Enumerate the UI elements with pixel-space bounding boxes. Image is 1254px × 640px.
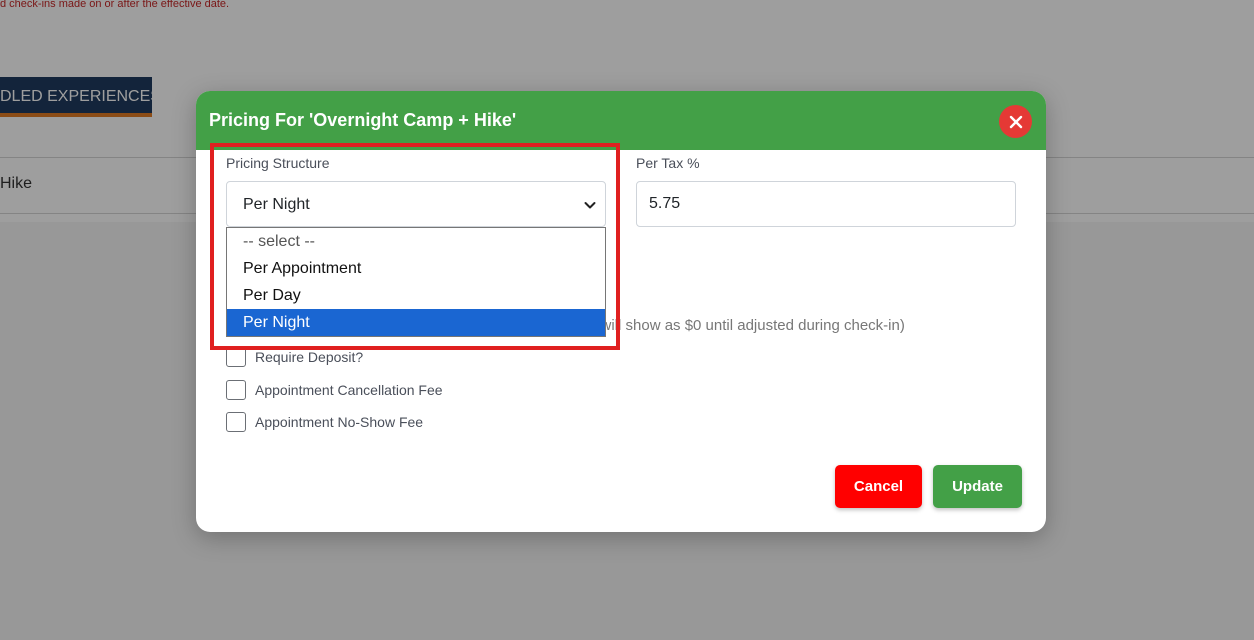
- deposit-hint-text: e will show as $0 until adjusted during …: [606, 317, 905, 334]
- hint-text-container: e will show as $0 until adjusted during …: [606, 315, 1026, 337]
- tax-input[interactable]: [636, 181, 1016, 227]
- chevron-down-icon: [584, 202, 596, 209]
- cancellation-fee-row[interactable]: Appointment Cancellation Fee: [226, 379, 443, 401]
- dropdown-option-per-appointment[interactable]: Per Appointment: [227, 255, 605, 282]
- tax-label: Per Tax %: [636, 155, 700, 171]
- close-icon: [1009, 115, 1022, 128]
- no-show-fee-row[interactable]: Appointment No-Show Fee: [226, 411, 423, 433]
- cancel-button[interactable]: Cancel: [835, 465, 922, 508]
- pricing-structure-value: Per Night: [243, 196, 310, 213]
- pricing-structure-dropdown[interactable]: -- select -- Per Appointment Per Day Per…: [226, 227, 606, 337]
- cancellation-fee-label: Appointment Cancellation Fee: [255, 382, 443, 398]
- require-deposit-label: Require Deposit?: [255, 349, 364, 365]
- require-deposit-row[interactable]: Require Deposit?: [226, 346, 363, 368]
- pricing-structure-label: Pricing Structure: [226, 155, 330, 171]
- pricing-structure-select[interactable]: Per Night: [226, 181, 606, 227]
- dropdown-option-select[interactable]: -- select --: [227, 228, 605, 255]
- update-button[interactable]: Update: [933, 465, 1022, 508]
- no-show-fee-label: Appointment No-Show Fee: [255, 414, 424, 430]
- close-button[interactable]: [999, 105, 1032, 138]
- modal-title: Pricing For 'Overnight Camp + Hike': [209, 110, 517, 130]
- require-deposit-checkbox[interactable]: [226, 347, 246, 367]
- dropdown-option-per-day[interactable]: Per Day: [227, 282, 605, 309]
- cancellation-fee-checkbox[interactable]: [226, 380, 246, 400]
- dropdown-option-per-night[interactable]: Per Night: [227, 309, 605, 336]
- no-show-fee-checkbox[interactable]: [226, 412, 246, 432]
- pricing-modal: Pricing For 'Overnight Camp + Hike' Pric…: [196, 91, 1046, 532]
- modal-header: Pricing For 'Overnight Camp + Hike': [196, 91, 1046, 150]
